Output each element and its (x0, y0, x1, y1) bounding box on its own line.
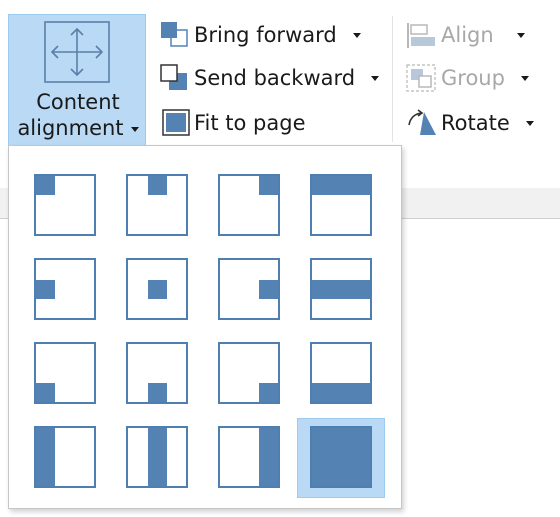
chevron-down-icon[interactable] (525, 120, 534, 126)
rotate-button[interactable]: Rotate (405, 106, 534, 140)
alignment-option-fill[interactable] (297, 418, 385, 498)
align-fill-icon (310, 426, 372, 488)
align-bottom-left-icon (34, 342, 96, 404)
chevron-down-icon[interactable] (352, 32, 361, 38)
alignment-option-bottom-right[interactable] (205, 334, 293, 414)
align-label: Align (441, 23, 494, 47)
rotate-icon (408, 109, 436, 135)
chevron-down-icon[interactable] (516, 32, 525, 38)
alignment-option-center-stretch[interactable] (113, 418, 201, 498)
content-alignment-label-line2: alignment (9, 115, 147, 141)
alignment-option-top-left[interactable] (21, 166, 109, 246)
align-middle-left-icon (34, 258, 96, 320)
content-alignment-button[interactable]: Content alignment (8, 14, 146, 147)
alignment-option-right-stretch[interactable] (205, 418, 293, 498)
group-button[interactable]: Group (405, 61, 529, 95)
rotate-label: Rotate (441, 111, 510, 135)
send-backward-button[interactable]: Send backward (158, 61, 380, 95)
alignment-option-top-right[interactable] (205, 166, 293, 246)
alignment-option-bottom-left[interactable] (21, 334, 109, 414)
align-right-stretch-icon (218, 426, 280, 488)
alignment-option-middle-left[interactable] (21, 250, 109, 330)
align-bottom-center-icon (126, 342, 188, 404)
bring-forward-button[interactable]: Bring forward (158, 18, 361, 52)
bring-forward-label: Bring forward (194, 23, 337, 47)
fit-to-page-icon (162, 109, 190, 136)
align-button[interactable]: Align (405, 18, 525, 52)
bring-forward-icon (161, 22, 188, 47)
alignment-option-middle-stretch[interactable] (297, 250, 385, 330)
send-backward-label: Send backward (194, 66, 356, 90)
content-alignment-label-line1: Content (36, 90, 120, 114)
alignment-option-bottom-center[interactable] (113, 334, 201, 414)
chevron-down-icon[interactable] (371, 75, 380, 81)
content-alignment-label-line2-text: alignment (17, 116, 124, 140)
align-center-stretch-icon (126, 426, 188, 488)
align-left-stretch-icon (34, 426, 96, 488)
align-icon (407, 23, 435, 48)
fit-to-page-button[interactable]: Fit to page (158, 106, 306, 140)
alignment-option-middle-right[interactable] (205, 250, 293, 330)
align-middle-right-icon (218, 258, 280, 320)
align-top-center-icon (126, 174, 188, 236)
align-center-icon (126, 258, 188, 320)
content-alignment-dropdown (8, 145, 402, 509)
group-separator (392, 16, 393, 142)
alignment-option-left-stretch[interactable] (21, 418, 109, 498)
move-arrows-icon (44, 21, 110, 83)
fit-to-page-label: Fit to page (194, 111, 306, 135)
align-bottom-right-icon (218, 342, 280, 404)
align-bottom-stretch-icon (310, 342, 372, 404)
group-label: Group (441, 66, 505, 90)
alignment-option-center[interactable] (113, 250, 201, 330)
align-top-left-icon (34, 174, 96, 236)
send-backward-icon (160, 64, 187, 90)
chevron-down-icon[interactable] (520, 75, 529, 81)
group-icon (406, 64, 436, 92)
align-top-stretch-icon (310, 174, 372, 236)
alignment-option-bottom-stretch[interactable] (297, 334, 385, 414)
align-middle-stretch-icon (310, 258, 372, 320)
alignment-option-top-center[interactable] (113, 166, 201, 246)
chevron-down-icon (130, 126, 139, 132)
alignment-option-top-stretch[interactable] (297, 166, 385, 246)
align-top-right-icon (218, 174, 280, 236)
